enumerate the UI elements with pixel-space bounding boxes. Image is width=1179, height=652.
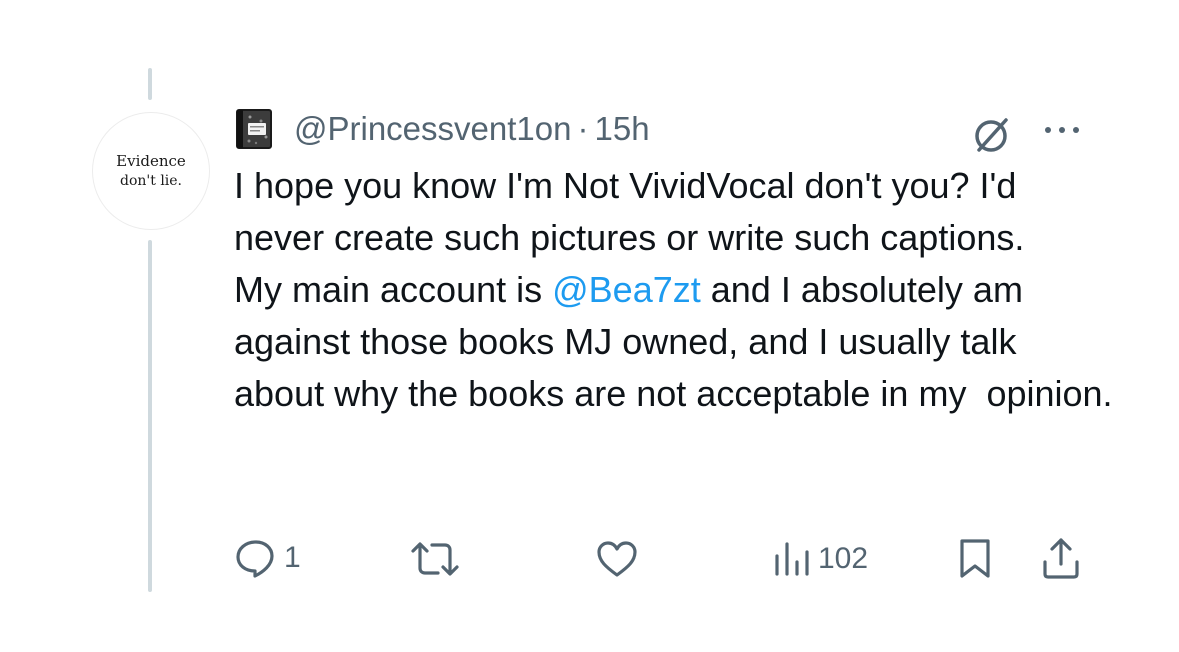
reply-icon <box>236 540 274 578</box>
views-button[interactable]: 102 <box>772 540 868 578</box>
thread-line-bottom <box>148 240 152 592</box>
avatar-text-line2: don't lie. <box>119 173 183 189</box>
notebook-icon <box>236 109 272 149</box>
share-button[interactable] <box>1040 536 1082 580</box>
repost-icon <box>411 542 459 576</box>
post-header: @Princessvent1on · 15h <box>236 104 650 154</box>
reply-count: 1 <box>284 541 301 574</box>
thread-line-top <box>148 68 152 100</box>
post-text: I hope you know I'm Not VividVocal don't… <box>234 160 1114 420</box>
repost-button[interactable] <box>410 540 460 578</box>
post-paragraph-1: I hope you know I'm Not VividVocal don't… <box>234 165 1027 258</box>
avatar[interactable]: Evidence don't lie. <box>92 112 210 230</box>
heart-icon <box>597 541 637 577</box>
avatar-text-line1: Evidence <box>116 152 186 170</box>
grok-icon[interactable] <box>968 112 1014 158</box>
views-icon <box>775 542 809 576</box>
post-paragraph-2-start: My main account is <box>234 269 553 310</box>
post-paragraph-2: My main account is @Bea7zt and I absolut… <box>234 264 1114 420</box>
like-button[interactable] <box>596 540 638 578</box>
bookmark-button[interactable] <box>958 538 992 580</box>
header-separator: · <box>577 110 589 147</box>
views-count: 102 <box>818 542 869 575</box>
reply-button[interactable]: 1 <box>234 538 301 578</box>
author-handle[interactable]: @Princessvent1on <box>294 110 571 148</box>
bookmark-icon <box>960 539 990 578</box>
post-timestamp[interactable]: 15h <box>594 110 649 148</box>
more-icon[interactable] <box>1040 118 1084 142</box>
mention-link[interactable]: @Bea7zt <box>552 269 701 310</box>
share-icon <box>1043 538 1079 579</box>
